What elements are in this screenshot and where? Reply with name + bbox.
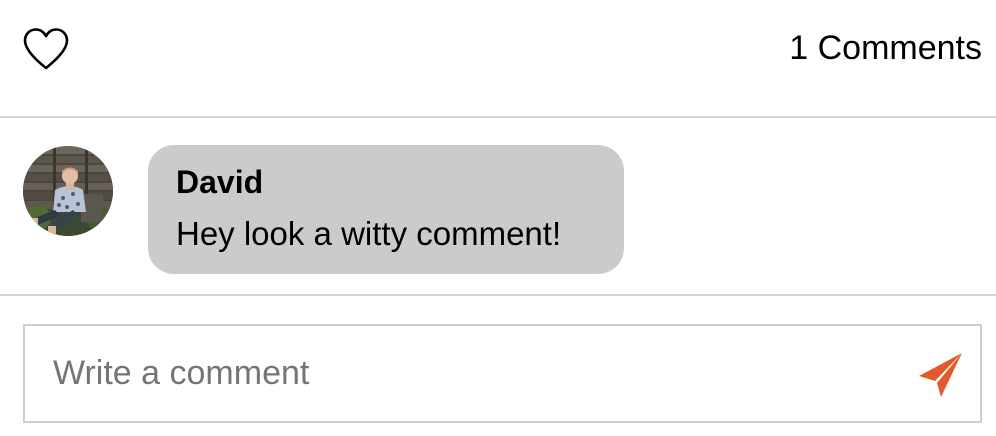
comment-form (23, 324, 982, 423)
comment-author[interactable]: David (176, 163, 596, 201)
heart-icon (23, 28, 69, 70)
comment-count[interactable]: 1 Comments (789, 28, 982, 68)
send-button[interactable] (916, 350, 966, 400)
comment-bubble: David Hey look a witty comment! (148, 145, 624, 274)
comments-list: David Hey look a witty comment! (0, 118, 996, 296)
post-actions-bar: 1 Comments (0, 0, 996, 118)
comment-input[interactable] (25, 326, 905, 421)
comment-text: Hey look a witty comment! (176, 215, 562, 252)
paper-plane-icon (919, 353, 962, 397)
avatar-photo (23, 146, 113, 236)
like-button[interactable] (22, 26, 70, 72)
avatar[interactable] (23, 146, 113, 236)
